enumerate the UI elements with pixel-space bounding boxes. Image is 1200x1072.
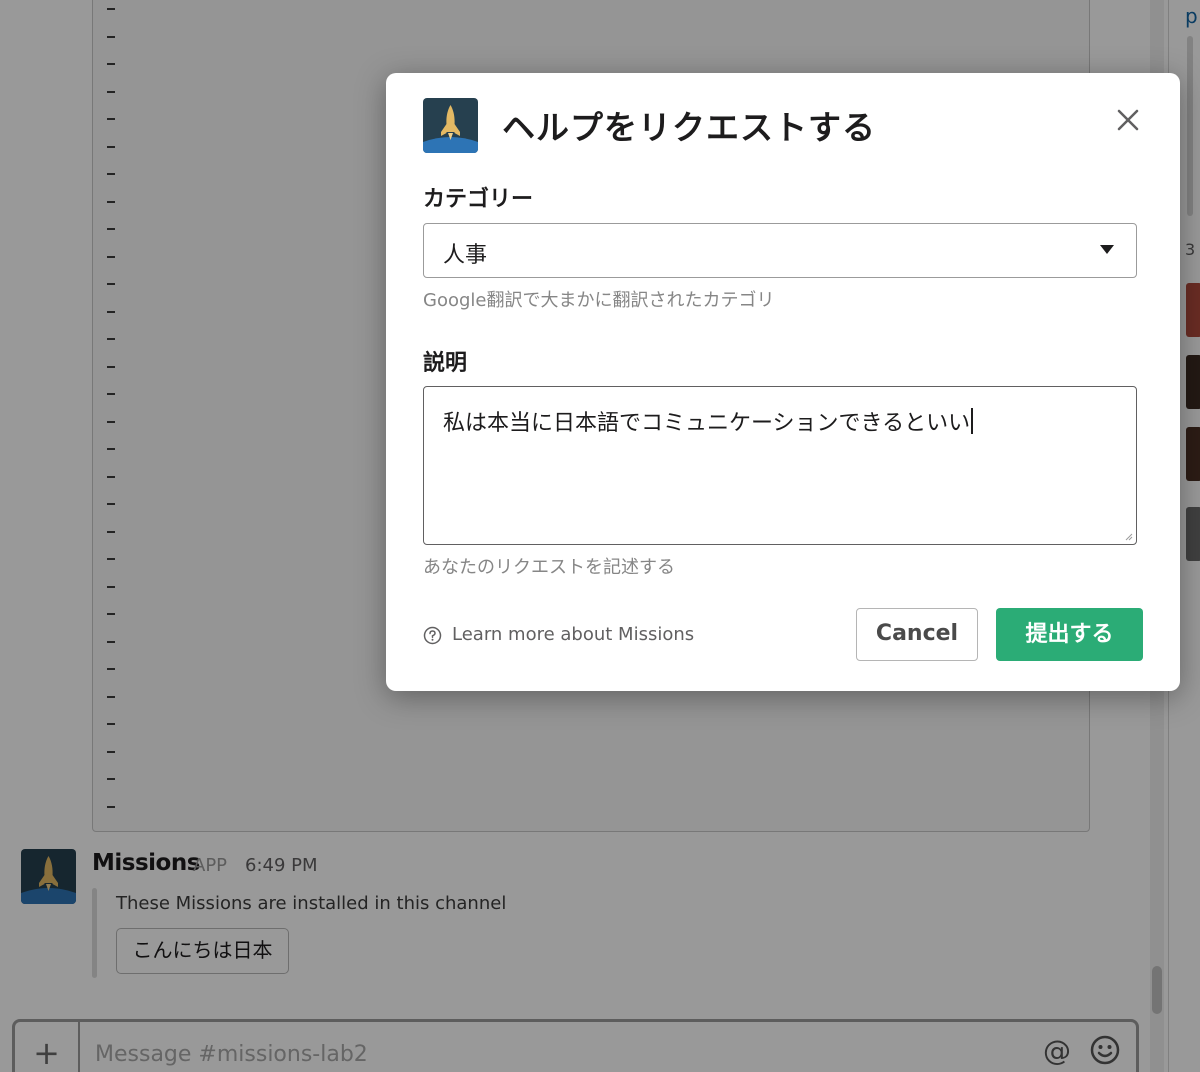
help-circle-icon: [423, 626, 442, 645]
cancel-button[interactable]: Cancel: [856, 608, 978, 661]
description-field[interactable]: 私は本当に日本語でコミュニケーションできるといい: [423, 386, 1137, 545]
help-request-dialog: ヘルプをリクエストする カテゴリー 人事 Google翻訳で大まかに翻訳されたカ…: [386, 73, 1180, 691]
missions-app-icon: [423, 98, 478, 153]
category-selected-value: 人事: [443, 243, 488, 268]
description-text: 私は本当に日本語でコミュニケーションできるといい: [443, 411, 971, 436]
description-hint: あなたのリクエストを記述する: [423, 557, 675, 578]
category-hint: Google翻訳で大まかに翻訳されたカテゴリ: [423, 290, 775, 311]
submit-button[interactable]: 提出する: [996, 608, 1143, 661]
close-icon[interactable]: [1115, 107, 1141, 133]
description-label: 説明: [423, 351, 468, 376]
text-cursor: [971, 408, 973, 434]
learn-more-label: Learn more about Missions: [452, 624, 695, 645]
rocket-app-icon: [423, 98, 478, 153]
description-value: 私は本当に日本語でコミュニケーションできるといい: [443, 405, 973, 437]
dialog-title: ヘルプをリクエストする: [502, 108, 876, 147]
category-label: カテゴリー: [423, 187, 534, 212]
chevron-down-icon: [1100, 245, 1114, 254]
resize-handle-icon[interactable]: [1123, 531, 1133, 541]
category-select[interactable]: 人事: [423, 223, 1137, 278]
